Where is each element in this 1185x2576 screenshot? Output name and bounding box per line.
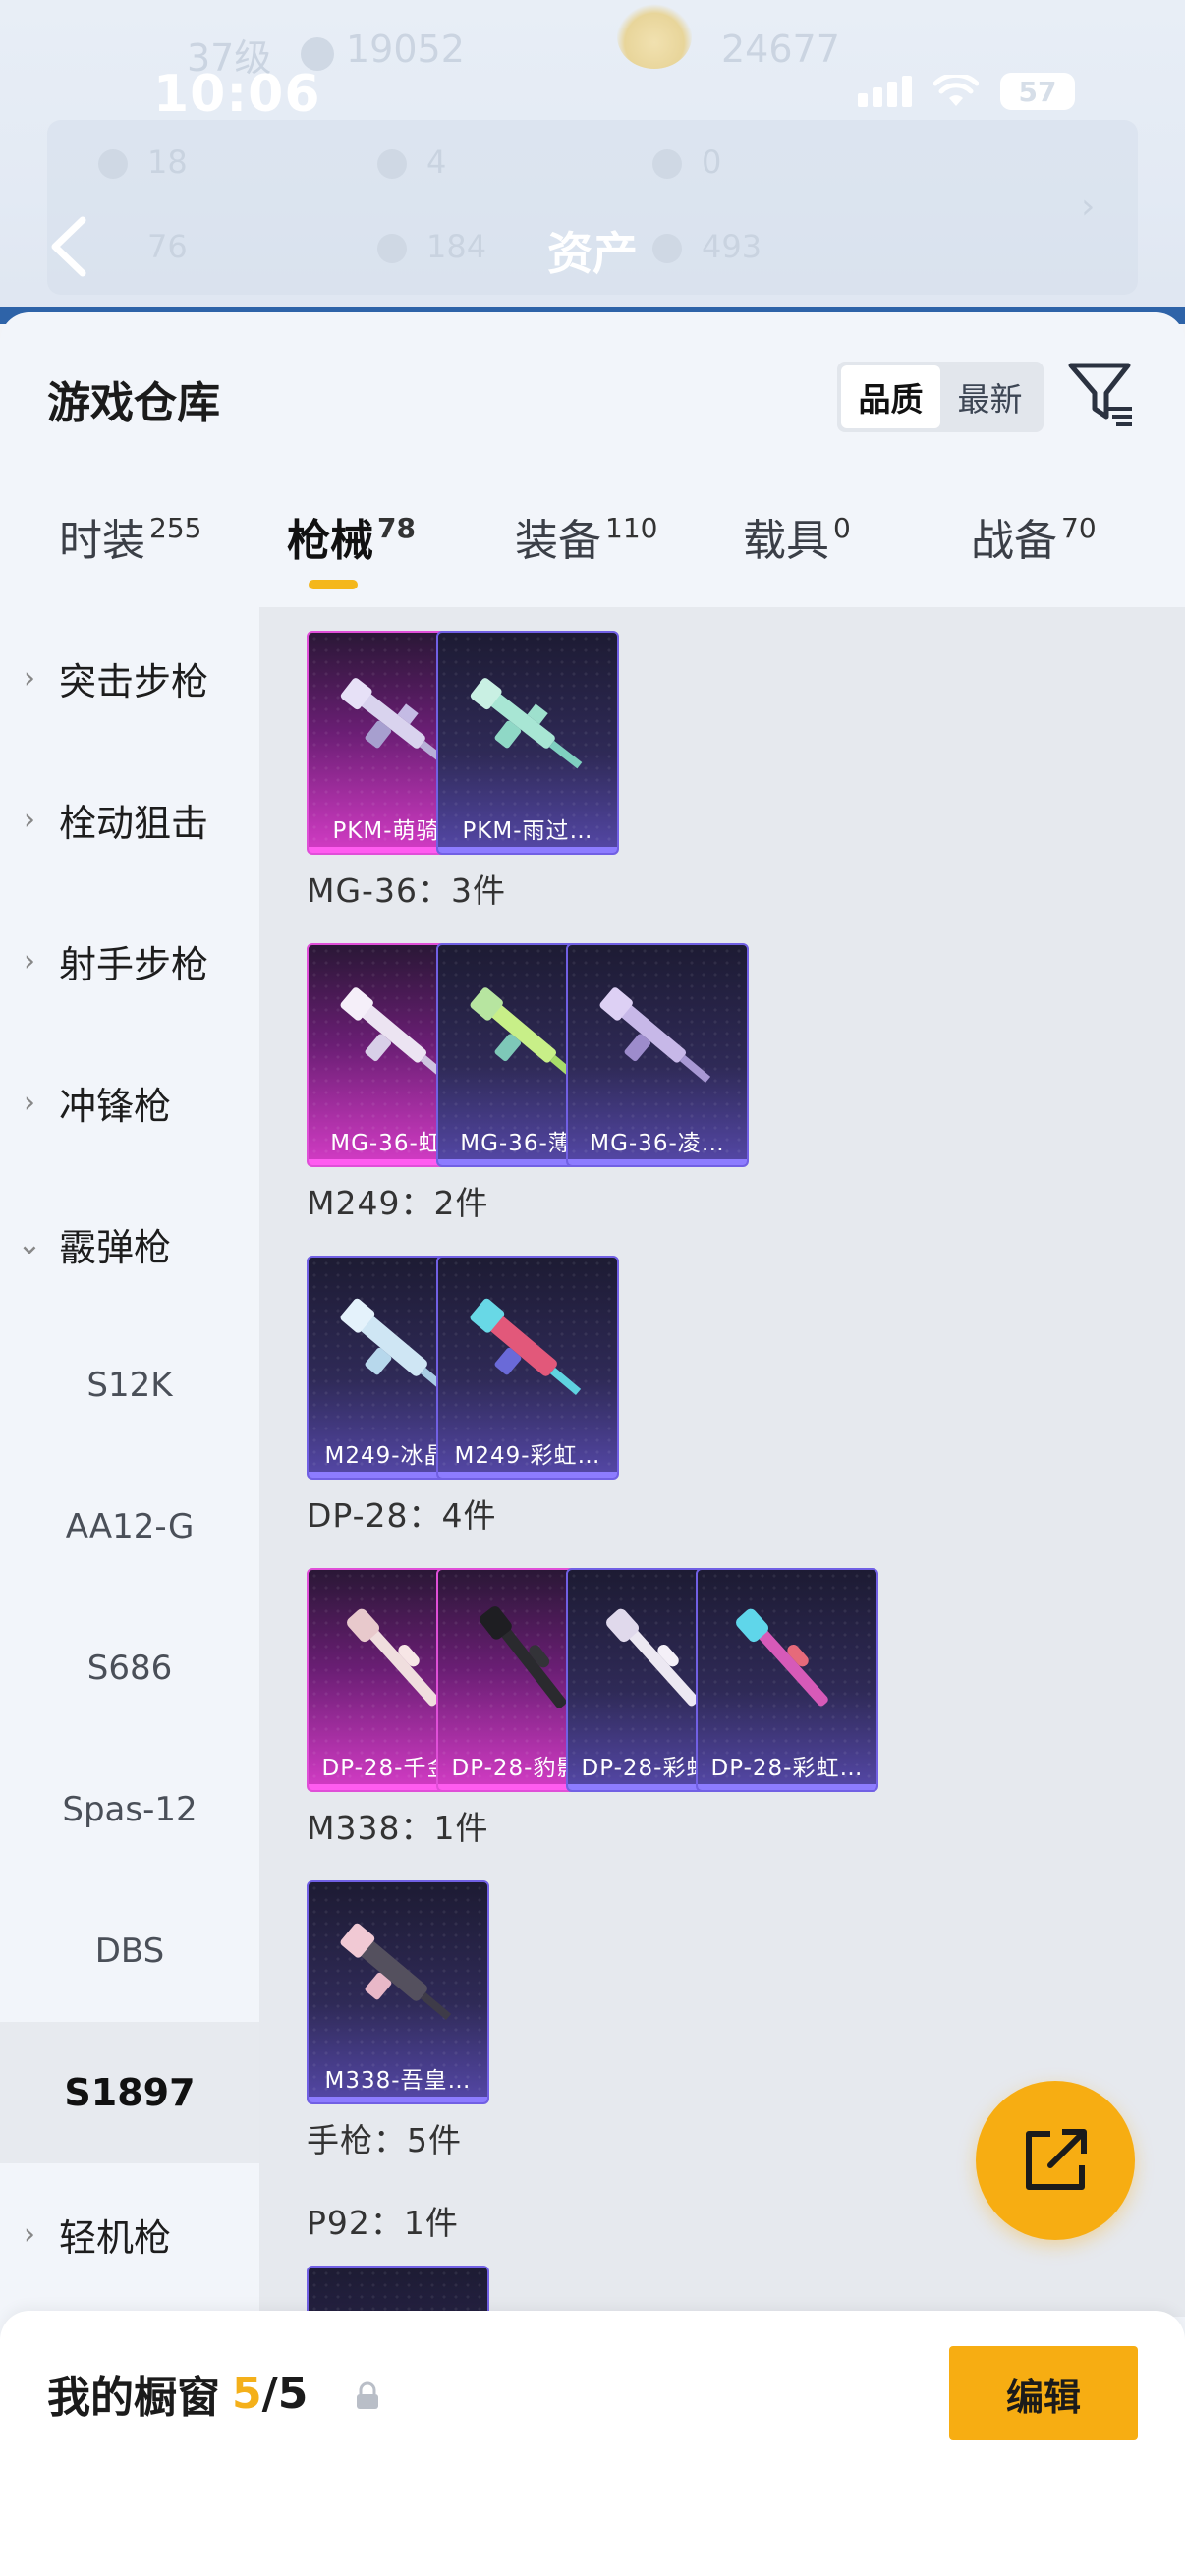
chevron-right-icon: › <box>24 802 35 837</box>
item-card[interactable]: MG-36-凌… <box>566 943 749 1167</box>
sidebar-subitem-s12k[interactable]: S12K <box>0 1315 259 1456</box>
sort-toggle: 品质 最新 <box>837 362 1044 432</box>
group-label: M249：2件 <box>307 1184 489 1222</box>
machine-gun-icon <box>470 1298 582 1396</box>
ghost-score: 24677 <box>721 28 840 71</box>
tab-firearms[interactable]: 枪械 78 <box>287 505 416 568</box>
sidebar-item-smg[interactable]: › 冲锋枪 <box>0 1032 259 1173</box>
machine-gun-icon <box>470 678 583 769</box>
external-link-icon <box>1026 2129 1087 2190</box>
sheet-title: 游戏仓库 <box>47 378 220 428</box>
item-name: DP-28-彩虹… <box>710 1756 864 1781</box>
tab-fashion[interactable]: 时装 255 <box>59 505 201 568</box>
item-card[interactable]: DP-28-彩虹… <box>696 1568 878 1792</box>
group-label: 手枪：5件 <box>307 2121 462 2159</box>
status-time: 10:06 <box>153 65 321 124</box>
rifle-icon <box>736 1608 828 1707</box>
chevron-right-icon: › <box>24 943 35 979</box>
sidebar-subitem-s1897[interactable]: S1897 <box>0 2022 259 2163</box>
sidebar-item-assault-rifle[interactable]: › 突击步枪 <box>0 607 259 749</box>
share-button[interactable] <box>976 2081 1135 2240</box>
battery-icon: 57 <box>1000 73 1075 110</box>
signal-icon <box>858 76 912 107</box>
item-card[interactable]: M338-吾皇… <box>307 1880 489 2104</box>
sort-option-quality[interactable]: 品质 <box>841 365 940 428</box>
sidebar-subitem-aa12g[interactable]: AA12-G <box>0 1456 259 1597</box>
ghost-stat-3: 0 <box>702 143 722 181</box>
tab-vehicles[interactable]: 载具 0 <box>743 505 851 568</box>
machine-gun-icon <box>599 987 711 1084</box>
sidebar-subitem-spas12[interactable]: Spas-12 <box>0 1739 259 1880</box>
group-label: DP-28：4件 <box>307 1496 497 1535</box>
tab-supplies[interactable]: 战备 70 <box>971 505 1097 568</box>
sort-option-newest[interactable]: 最新 <box>940 365 1040 428</box>
ghost-coins: 19052 <box>346 28 465 71</box>
item-name: M338-吾皇… <box>324 2068 472 2094</box>
showcase-count: 5/5 <box>232 2368 309 2419</box>
ghost-stat-icon <box>377 149 407 179</box>
group-label: P92：1件 <box>307 2204 459 2242</box>
sidebar-subitem-s686[interactable]: S686 <box>0 1597 259 1739</box>
ghost-flame-icon <box>617 4 692 69</box>
page-title: 资产 <box>547 227 638 280</box>
edit-button[interactable]: 编辑 <box>949 2346 1138 2440</box>
ghost-stat-1: 18 <box>147 143 188 181</box>
sidebar-item-shotgun[interactable]: ⌄ 霰弹枪 <box>0 1173 259 1315</box>
group-label: M338：1件 <box>307 1809 489 1847</box>
chevron-down-icon: ⌄ <box>17 1226 42 1261</box>
sidebar-item-bolt-sniper[interactable]: › 栓动狙击 <box>0 749 259 890</box>
active-tab-indicator <box>309 580 358 589</box>
item-card[interactable]: PKM-雨过… <box>436 631 619 855</box>
ghost-stat-2: 4 <box>426 143 447 181</box>
item-card[interactable]: M249-彩虹… <box>436 1256 619 1480</box>
showcase-bar: 我的橱窗 5/5 编辑 <box>0 2311 1185 2576</box>
chevron-right-icon: › <box>24 2216 35 2252</box>
item-name: M249-彩虹… <box>454 1443 601 1469</box>
group-label: MG-36：3件 <box>307 871 506 910</box>
item-grid: 4级 PKM-萌骑… PKM-雨过… MG-36：3件 5级 MG-36-虹… … <box>259 607 1185 2317</box>
blurred-header-background: 37级 19052 24677 18 4 0 76 184 493 › 10:0… <box>0 0 1185 324</box>
sidebar-subitem-dbs[interactable]: DBS <box>0 1880 259 2022</box>
chevron-right-icon: › <box>24 1085 35 1120</box>
category-tabs: 时装 255 枪械 78 装备 110 载具 0 战备 70 <box>0 505 1185 603</box>
warehouse-sheet: 游戏仓库 品质 最新 时装 255 枪械 78 装备 110 载具 0 战备 70 › 突击… <box>0 312 1185 2576</box>
sidebar-item-lmg[interactable]: › 轻机枪 <box>0 2163 259 2305</box>
lock-icon <box>357 2381 378 2409</box>
filter-icon[interactable] <box>1067 358 1136 432</box>
status-icons: 57 <box>858 73 1075 110</box>
sidebar-item-marksman-rifle[interactable]: › 射手步枪 <box>0 890 259 1032</box>
showcase-title: 我的橱窗 <box>47 2373 220 2423</box>
ghost-stat-icon <box>98 149 128 179</box>
chevron-right-icon: › <box>24 660 35 696</box>
item-name: PKM-雨过… <box>462 818 593 844</box>
item-name: MG-36-凌… <box>590 1131 725 1156</box>
tab-equipment[interactable]: 装备 110 <box>515 505 657 568</box>
wifi-icon <box>933 75 979 106</box>
category-sidebar: › 突击步枪 › 栓动狙击 › 射手步枪 › 冲锋枪 ⌄ 霰弹枪 S12K AA12-G … <box>0 607 259 2317</box>
machine-gun-icon <box>340 1923 452 2021</box>
item-card[interactable] <box>307 2266 489 2317</box>
ghost-stat-icon <box>652 149 682 179</box>
